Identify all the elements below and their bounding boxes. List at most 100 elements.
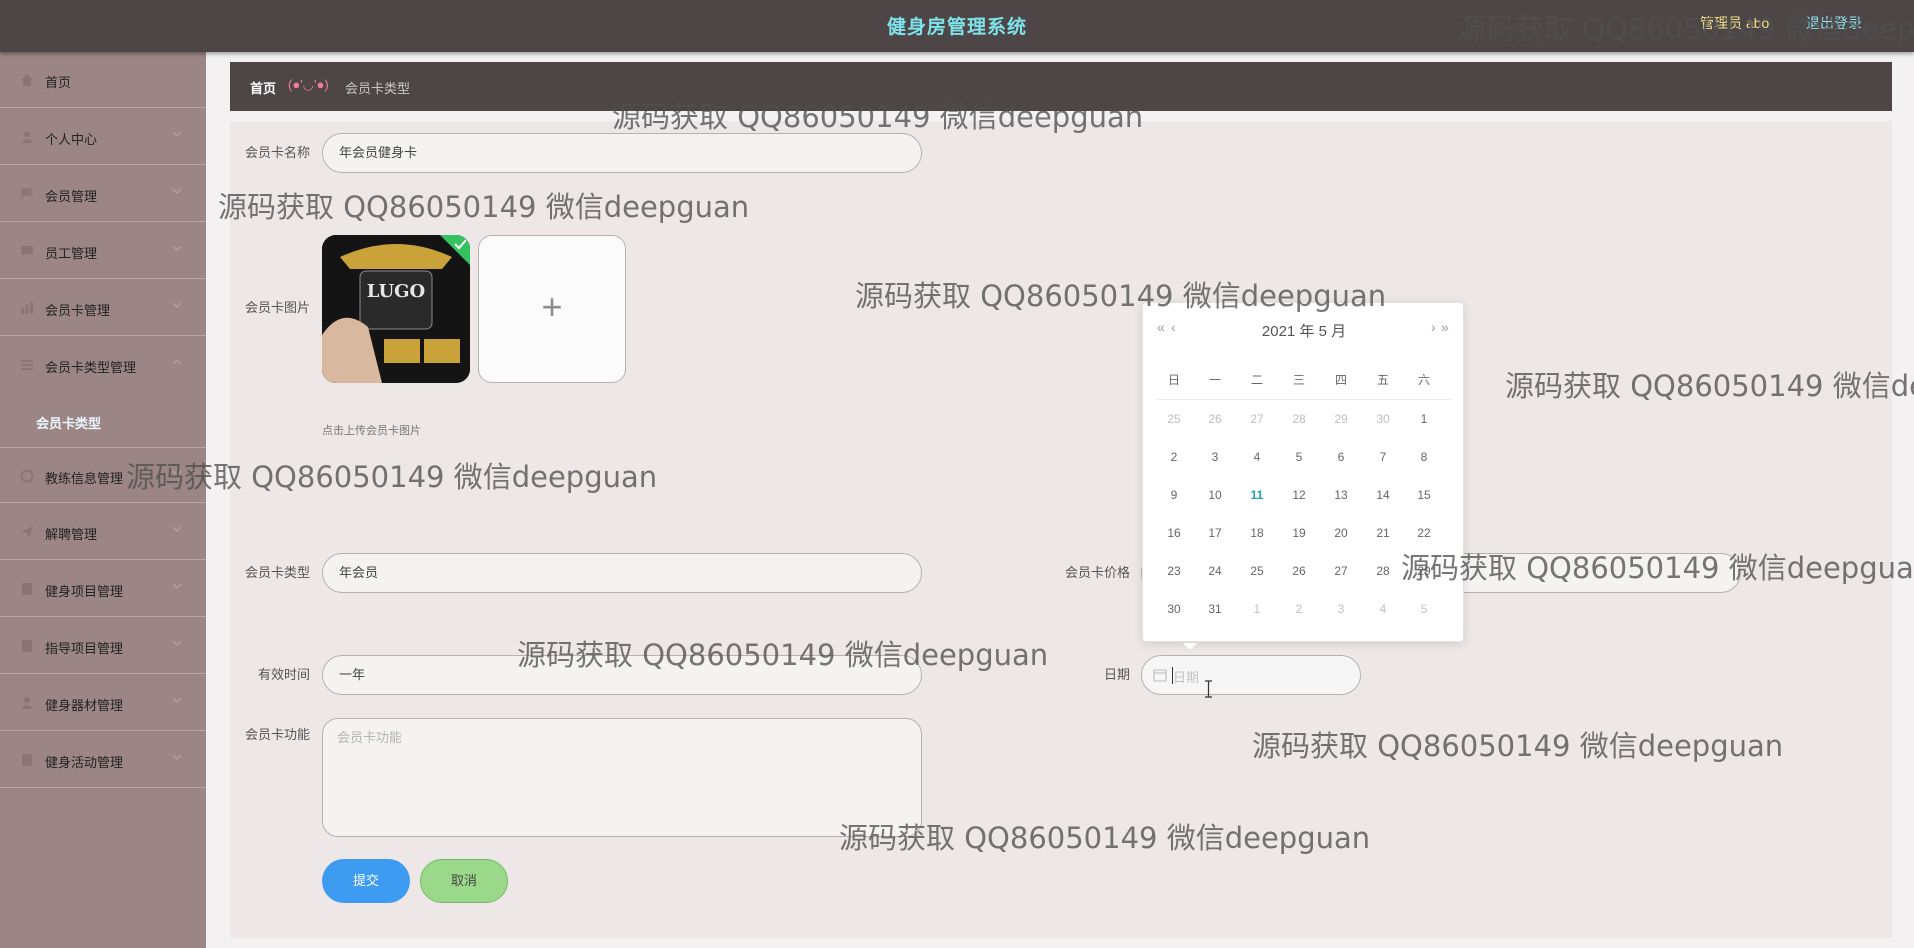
chat-icon bbox=[20, 244, 34, 258]
next-month-button[interactable]: › bbox=[1431, 319, 1436, 335]
upload-image-button[interactable]: + bbox=[478, 235, 626, 383]
calendar-day[interactable]: 5 bbox=[1409, 602, 1439, 616]
sidebar-item-profile[interactable]: 个人中心 bbox=[0, 109, 206, 165]
calendar-day[interactable]: 10 bbox=[1200, 488, 1230, 502]
calendar-day[interactable]: 26 bbox=[1200, 412, 1230, 426]
sidebar-item-activities[interactable]: 健身活动管理 bbox=[0, 732, 206, 788]
calendar-day[interactable]: 1 bbox=[1242, 602, 1272, 616]
card-image-label: 会员卡图片 bbox=[244, 300, 310, 315]
card-image-brand-text: LUGO bbox=[367, 281, 425, 302]
calendar-day[interactable]: 11 bbox=[1242, 488, 1272, 502]
calendar-day[interactable]: 4 bbox=[1242, 450, 1272, 464]
weekday-header: 三 bbox=[1292, 373, 1305, 387]
user-icon bbox=[20, 696, 34, 710]
weekday-separator bbox=[1157, 399, 1451, 400]
calendar-day[interactable]: 12 bbox=[1284, 488, 1314, 502]
user-label: 管理员 abo bbox=[1700, 15, 1770, 31]
card-name-input[interactable]: 年会员健身卡 bbox=[322, 133, 922, 173]
calendar-day[interactable]: 30 bbox=[1159, 602, 1189, 616]
calendar-day[interactable]: 3 bbox=[1326, 602, 1356, 616]
calendar-day[interactable]: 23 bbox=[1159, 564, 1189, 578]
date-placeholder: 日期 bbox=[1173, 670, 1200, 685]
weekday-header: 四 bbox=[1334, 373, 1347, 387]
breadcrumb: 首页 (●'◡'●) 会员卡类型 bbox=[230, 62, 1892, 111]
chevron-down-icon bbox=[172, 300, 182, 310]
calendar-day[interactable]: 20 bbox=[1326, 526, 1356, 540]
breadcrumb-current: 会员卡类型 bbox=[345, 81, 411, 96]
chevron-up-icon bbox=[172, 357, 182, 367]
card-type-input[interactable]: 年会员 bbox=[322, 553, 922, 593]
sidebar-item-fitness-projects[interactable]: 健身项目管理 bbox=[0, 561, 206, 617]
next-year-button[interactable]: » bbox=[1441, 319, 1449, 335]
calendar-day[interactable]: 5 bbox=[1284, 450, 1314, 464]
calendar-day[interactable]: 31 bbox=[1200, 602, 1230, 616]
chart-icon bbox=[20, 301, 34, 315]
logout-link[interactable]: 退出登录 bbox=[1806, 13, 1862, 33]
calendar-day[interactable]: 29 bbox=[1326, 412, 1356, 426]
valid-time-input[interactable]: 一年 bbox=[322, 655, 922, 695]
sidebar-item-staff[interactable]: 员工管理 bbox=[0, 223, 206, 279]
sidebar-item-label: 个人中心 bbox=[45, 132, 98, 147]
home-icon bbox=[20, 73, 34, 87]
date-input[interactable]: 日期 bbox=[1141, 655, 1361, 695]
calendar-day[interactable]: 22 bbox=[1409, 526, 1439, 540]
doc-icon bbox=[20, 582, 34, 596]
sidebar-item-coach[interactable]: 教练信息管理 bbox=[0, 447, 206, 503]
cancel-button[interactable]: 取消 bbox=[420, 859, 508, 903]
sidebar-item-home[interactable]: 首页 bbox=[0, 52, 206, 108]
sidebar-item-label: 会员管理 bbox=[45, 189, 98, 204]
calendar-day[interactable]: 17 bbox=[1200, 526, 1230, 540]
weekday-header: 日 bbox=[1167, 373, 1180, 387]
calendar-day[interactable]: 28 bbox=[1368, 564, 1398, 578]
calendar-day[interactable]: 1 bbox=[1409, 412, 1439, 426]
calendar-day[interactable]: 25 bbox=[1159, 412, 1189, 426]
calendar-day[interactable]: 14 bbox=[1368, 488, 1398, 502]
sidebar-item-label: 解聘管理 bbox=[45, 527, 98, 542]
user-icon bbox=[20, 130, 34, 144]
calendar-day[interactable]: 9 bbox=[1159, 488, 1189, 502]
circle-icon bbox=[20, 469, 34, 483]
text-cursor-icon bbox=[1204, 680, 1213, 698]
calendar-day[interactable]: 27 bbox=[1242, 412, 1272, 426]
sidebar-item-label: 会员卡类型管理 bbox=[45, 360, 137, 375]
calendar-day[interactable]: 2 bbox=[1159, 450, 1189, 464]
app-title: 健身房管理系统 bbox=[886, 17, 1027, 38]
calendar-day[interactable]: 19 bbox=[1284, 526, 1314, 540]
calendar-day[interactable]: 29 bbox=[1409, 564, 1439, 578]
sidebar-item-members[interactable]: 会员管理 bbox=[0, 166, 206, 222]
chevron-down-icon bbox=[172, 695, 182, 705]
calendar-day[interactable]: 24 bbox=[1200, 564, 1230, 578]
features-textarea[interactable]: 会员卡功能 bbox=[322, 718, 922, 837]
weekday-header: 五 bbox=[1376, 373, 1389, 387]
chevron-down-icon bbox=[172, 581, 182, 591]
sidebar-subitem-card-type[interactable]: 会员卡类型 bbox=[0, 397, 206, 447]
calendar-day[interactable]: 18 bbox=[1242, 526, 1272, 540]
calendar-day[interactable]: 25 bbox=[1242, 564, 1272, 578]
calendar-day[interactable]: 27 bbox=[1326, 564, 1356, 578]
doc-icon bbox=[20, 639, 34, 653]
send-icon bbox=[20, 525, 34, 539]
calendar-day[interactable]: 6 bbox=[1326, 450, 1356, 464]
sidebar-item-equipment[interactable]: 健身器材管理 bbox=[0, 675, 206, 731]
calendar-day[interactable]: 2 bbox=[1284, 602, 1314, 616]
calendar-day[interactable]: 30 bbox=[1368, 412, 1398, 426]
calendar-day[interactable]: 26 bbox=[1284, 564, 1314, 578]
card-image-thumbnail[interactable]: LUGO bbox=[322, 235, 470, 383]
calendar-day[interactable]: 4 bbox=[1368, 602, 1398, 616]
calendar-day[interactable]: 21 bbox=[1368, 526, 1398, 540]
submit-button[interactable]: 提交 bbox=[322, 859, 410, 903]
sidebar-item-guidance-projects[interactable]: 指导项目管理 bbox=[0, 618, 206, 674]
calendar-day[interactable]: 7 bbox=[1368, 450, 1398, 464]
breadcrumb-home[interactable]: 首页 bbox=[250, 78, 276, 97]
sidebar-item-card-type-mgmt[interactable]: 会员卡类型管理 bbox=[0, 337, 206, 397]
calendar-day[interactable]: 8 bbox=[1409, 450, 1439, 464]
calendar-day[interactable]: 13 bbox=[1326, 488, 1356, 502]
sidebar-item-card-mgmt[interactable]: 会员卡管理 bbox=[0, 280, 206, 336]
sidebar-item-dismissal[interactable]: 解聘管理 bbox=[0, 504, 206, 560]
upload-hint: 点击上传会员卡图片 bbox=[322, 425, 421, 437]
calendar-day[interactable]: 28 bbox=[1284, 412, 1314, 426]
calendar-day[interactable]: 3 bbox=[1200, 450, 1230, 464]
calendar-day[interactable]: 15 bbox=[1409, 488, 1439, 502]
calendar-day[interactable]: 16 bbox=[1159, 526, 1189, 540]
card-price-label: 会员卡价格 bbox=[1064, 565, 1130, 580]
